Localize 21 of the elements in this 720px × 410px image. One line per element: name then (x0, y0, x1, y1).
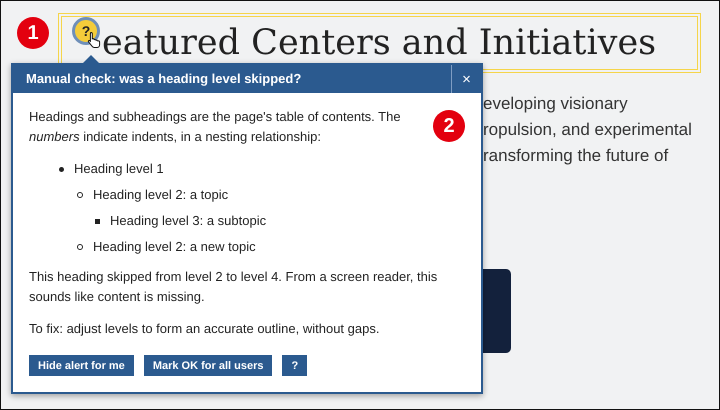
help-badge[interactable]: ? (72, 17, 100, 45)
action-button[interactable]: Mark OK for all users (144, 355, 272, 376)
page-heading: eatured Centers and Initiatives (102, 22, 656, 65)
body-text: ransforming the future of (483, 145, 670, 167)
action-button[interactable]: Hide alert for me (29, 355, 134, 376)
outline-item: Heading level 3: a subtopic (110, 212, 266, 230)
outline-item: Heading level 1 (74, 160, 164, 178)
outline-item: Heading level 2: a topic (93, 186, 228, 204)
popup-title: Manual check: was a heading level skipped? (25, 70, 302, 88)
bullet-icon (77, 244, 83, 250)
outline-item: Heading level 2: a new topic (93, 238, 256, 256)
body-text: eveloping visionary (483, 93, 629, 115)
body-text: ropulsion, and experimental (483, 119, 693, 141)
bullet-icon (95, 218, 100, 224)
bullet-icon (59, 166, 64, 172)
step-marker: 1 (17, 17, 49, 49)
paragraph: This heading skipped from level 2 to level 4. From a screen reader, this sounds like content is missing. (29, 268, 438, 306)
intro-text: Headings and subheadings are the page's table of contents. The numbers indicate indents, in a nesting relationship: (29, 108, 402, 146)
paragraph: To fix: adjust levels to form an accurate outline, without gaps. (29, 320, 380, 338)
bullet-icon (77, 192, 83, 198)
action-button[interactable]: ? (282, 355, 308, 376)
